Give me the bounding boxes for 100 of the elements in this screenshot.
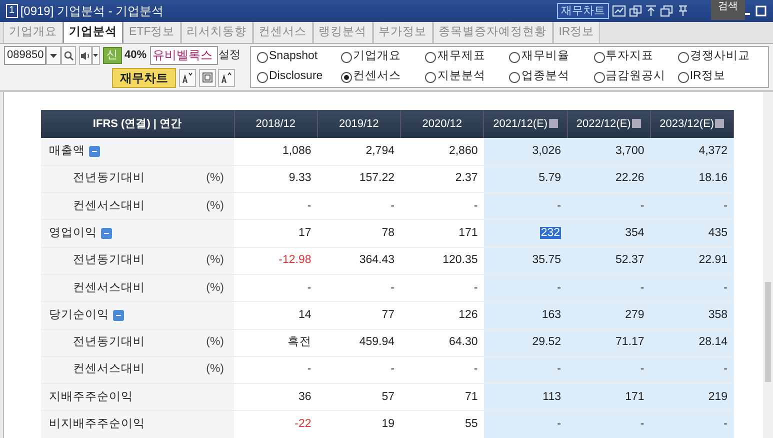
table-cell: - <box>390 363 394 376</box>
table-cell: 78 <box>382 226 394 239</box>
table-cell: 52.37 <box>615 254 644 266</box>
table-cell: 18.16 <box>698 172 728 184</box>
row-label: 컨센서스대비 <box>73 362 145 378</box>
help-icon[interactable] <box>632 119 641 128</box>
windows-icon[interactable] <box>628 5 642 17</box>
row-label: 컨센서스대비 <box>73 280 145 296</box>
radio-option[interactable]: 경쟁사비교 <box>678 48 762 66</box>
radio-option[interactable]: IR정보 <box>678 68 762 86</box>
table-cell: 5.79 <box>538 172 561 184</box>
row-label: 전년동기대비 <box>73 253 145 268</box>
table-cell: 157.22 <box>359 172 394 184</box>
column-header: 2019/12 <box>317 110 400 138</box>
table-cell: 71 <box>464 390 478 403</box>
pin-top-icon[interactable] <box>645 5 658 17</box>
table-cell: - <box>390 282 394 294</box>
font-increase-icon <box>221 72 232 84</box>
radio-option[interactable]: 업종분석 <box>509 68 594 86</box>
table-cell: 흑전 <box>287 336 312 348</box>
chart-button[interactable]: 재무차트 <box>112 68 176 88</box>
radio-option[interactable]: Snapshot <box>257 48 342 66</box>
restore-icon[interactable] <box>660 5 674 17</box>
radio-option[interactable]: 재무비율 <box>509 48 594 66</box>
table-cell: 3,700 <box>615 144 644 157</box>
table-cell: - <box>724 282 728 294</box>
table-cell: - <box>724 363 728 376</box>
speaker-icon <box>80 50 90 60</box>
collapse-icon[interactable] <box>101 228 112 240</box>
table-cell: 36 <box>298 390 312 403</box>
unit-label: (%) <box>206 335 224 350</box>
ratio-label: 40% <box>124 48 147 64</box>
new-listing-badge: 신 <box>102 47 122 64</box>
font-decrease-button[interactable] <box>178 69 196 87</box>
table-cell: - <box>557 418 561 430</box>
radio-option[interactable]: 컨센서스 <box>341 68 426 86</box>
table-cell: 4,372 <box>698 144 728 157</box>
collapse-icon[interactable] <box>89 146 100 157</box>
row-label: 전년동기대비 <box>73 171 145 186</box>
window-number: 1 <box>6 4 18 18</box>
radio-option[interactable]: 재무제표 <box>425 48 510 66</box>
dropdown-button[interactable] <box>46 46 61 65</box>
search-tooltip: 검색 <box>711 0 745 20</box>
help-icon[interactable] <box>548 119 558 128</box>
settings-label[interactable]: 설정 <box>218 47 241 64</box>
table-cell: - <box>557 363 561 376</box>
table-cell: 1,086 <box>282 144 312 157</box>
table-cell: 2.37 <box>455 172 478 184</box>
font-increase-button[interactable] <box>218 69 236 87</box>
row-label: 전년동기대비 <box>73 335 145 350</box>
table-cell: - <box>640 282 644 294</box>
table-cell: 2,860 <box>448 144 478 157</box>
table-cell: 113 <box>542 390 561 403</box>
code-field[interactable]: 089850 <box>4 46 46 65</box>
table-cell: - <box>307 363 312 376</box>
table-cell: - <box>307 282 312 294</box>
table-cell: - <box>474 200 478 212</box>
radio-option[interactable]: Disclosure <box>257 68 342 86</box>
font-decrease-icon <box>182 72 193 84</box>
row-label: 당기순이익 <box>49 308 109 323</box>
column-header: 2022/12(E) <box>567 110 650 138</box>
table-cell: - <box>640 418 644 430</box>
column-header: 2018/12 <box>234 110 318 138</box>
unit-label: (%) <box>206 253 224 268</box>
pin-icon[interactable] <box>676 5 689 17</box>
speaker-button[interactable] <box>78 46 92 65</box>
radio-option[interactable]: 금감원공시 <box>594 68 678 86</box>
tab[interactable]: 기업분석 <box>63 20 123 43</box>
table-cell: 3,026 <box>532 144 561 157</box>
expand-button[interactable] <box>198 69 216 87</box>
stock-name-field[interactable]: 유비벨록스 <box>150 46 218 65</box>
column-header: IFRS (연결) | 연간 <box>41 110 234 138</box>
column-header: 2023/12(E) <box>650 110 734 138</box>
table-cell: - <box>557 282 561 294</box>
table-cell: 354 <box>625 226 644 239</box>
help-icon[interactable] <box>715 119 724 128</box>
table-cell: -22 <box>294 418 312 430</box>
table-cell: 232 <box>540 226 561 239</box>
chart-icon[interactable] <box>612 5 626 17</box>
collapse-icon[interactable] <box>113 310 124 321</box>
column-header: 2021/12(E) <box>484 110 567 138</box>
table-cell: 279 <box>625 308 644 321</box>
table-cell: 29.52 <box>532 336 561 348</box>
maximize-icon[interactable] <box>755 5 767 17</box>
chart-button[interactable]: 재무차트 <box>557 3 609 19</box>
radio-option[interactable]: 투자지표 <box>594 48 678 66</box>
table-cell: 19 <box>382 418 394 430</box>
search-icon <box>64 50 74 60</box>
table-cell: 17 <box>298 226 312 239</box>
table-cell: 126 <box>458 308 478 321</box>
unit-label: (%) <box>206 362 224 378</box>
radio-option[interactable]: 기업개요 <box>341 48 426 66</box>
radio-option[interactable]: 지분분석 <box>425 68 510 86</box>
row-label: 매출액 <box>49 144 85 159</box>
table-cell: 2,794 <box>366 144 394 157</box>
table-cell: 9.33 <box>288 172 312 184</box>
scrollbar[interactable] <box>763 92 773 438</box>
search-button[interactable] <box>61 46 76 65</box>
row-label: 비지배주주순이익 <box>49 416 145 432</box>
table-cell: 14 <box>298 308 312 321</box>
